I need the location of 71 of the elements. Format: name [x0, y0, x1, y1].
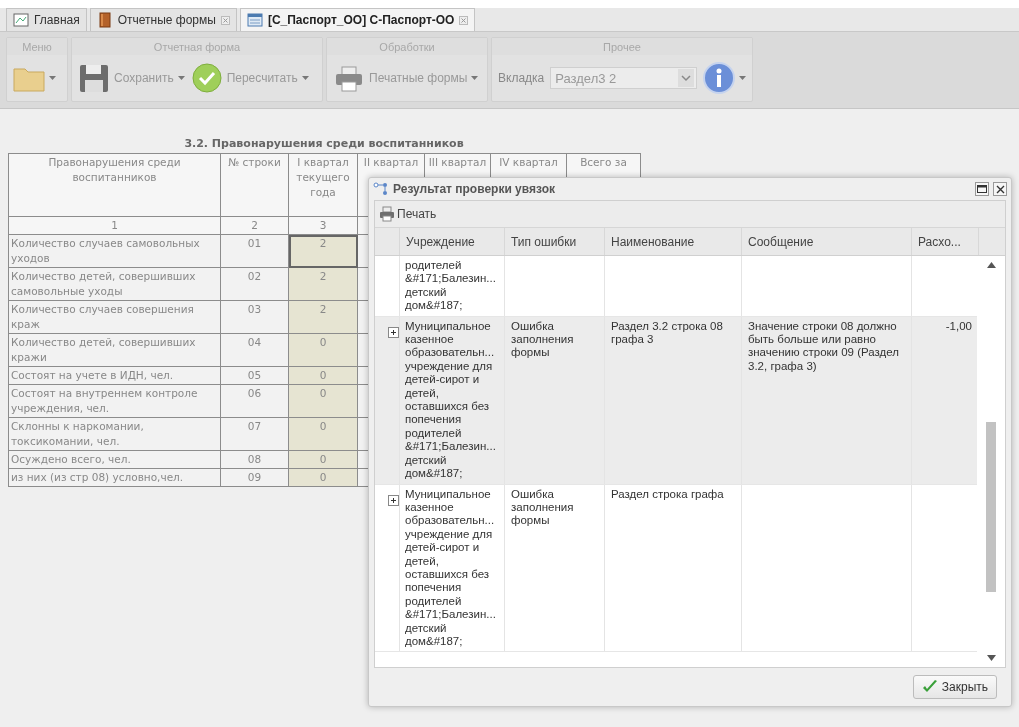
- book-icon: [96, 12, 113, 28]
- column-header[interactable]: Расхо...: [912, 228, 979, 255]
- close-button[interactable]: [993, 182, 1007, 196]
- close-button[interactable]: Закрыть: [912, 675, 997, 699]
- table-cell: Раздел строка графа: [611, 487, 724, 500]
- input-cell[interactable]: 0: [288, 417, 358, 451]
- picture-frame-icon: [13, 12, 29, 28]
- table-cell: Значение строки 08 должно быть больше или равно значению строки 09 (Раздел 3.2, графа 3): [748, 319, 900, 372]
- input-cell[interactable]: 2: [288, 267, 358, 301]
- tab-select[interactable]: Раздел3 2: [550, 67, 697, 89]
- close-icon[interactable]: [220, 15, 230, 25]
- table-cell: Состоят на внутреннем контроле учреждения, чел.: [8, 384, 221, 418]
- column-header[interactable]: Наименование: [605, 228, 742, 255]
- tab[interactable]: Отчетные формы: [89, 8, 237, 31]
- field-label: Вкладка: [498, 71, 545, 85]
- column-header[interactable]: Сообщение: [742, 228, 912, 255]
- scroll-down-icon: [986, 655, 996, 661]
- row-number: 06: [220, 384, 289, 418]
- window-icon: [246, 12, 263, 28]
- input-cell[interactable]: 0: [288, 384, 358, 418]
- column-header: I квартал текущего года: [288, 153, 358, 217]
- grid-row[interactable]: Муниципальное казенное образовательн... учреждение для детей-сирот и детей, оставшихся без попечения родителей &#171;Балезин... детский дом&#187; Ошибка заполнения формы Раздел строка графа: [375, 484, 978, 653]
- caret-icon: [177, 76, 185, 80]
- table-cell: Муниципальное казенное образовательн... учреждение для детей-сирот и детей, оставшихся без попечения родителей &#171;Балезин... детский дом&#187;: [405, 319, 496, 480]
- row-number: 04: [220, 333, 289, 367]
- table-cell: Склонны к наркомании, токсикомании, чел.: [8, 417, 221, 451]
- info-button[interactable]: [703, 62, 746, 94]
- caret-icon: [49, 76, 56, 80]
- checkmark-icon: [190, 62, 223, 94]
- toolbar-button[interactable]: Пересчитать: [190, 62, 309, 94]
- table-cell: Раздел 3.2 строка 08 графа 3: [611, 319, 723, 346]
- table-cell: -1,00: [945, 319, 972, 332]
- expand-icon: [388, 326, 399, 338]
- table-cell: Количество случаев совершения краж: [8, 300, 221, 334]
- caret-icon: [301, 76, 309, 80]
- table-cell: Муниципальное казенное образовательн... учреждение для детей-сирот и детей, оставшихся без попечения родителей &#171;Балезин... детский дом&#187;: [405, 487, 496, 647]
- info-icon: [703, 62, 735, 94]
- maximize-button[interactable]: [975, 182, 989, 196]
- caret-icon: [471, 76, 479, 80]
- expand-icon: [388, 494, 399, 506]
- column-header: Правонарушения среди воспитанников: [8, 153, 221, 217]
- toolbar-button[interactable]: Сохранить: [78, 62, 185, 94]
- nodes-icon: [373, 181, 389, 197]
- close-icon[interactable]: [459, 15, 469, 25]
- grid-row[interactable]: родителей &#171;Балезин... детский дом&#187;: [375, 256, 978, 317]
- printer-icon: [379, 206, 395, 222]
- table-cell: Ошибка заполнения формы: [511, 319, 574, 359]
- row-number: 01: [220, 234, 289, 268]
- row-number: 07: [220, 417, 289, 451]
- column-header: № строки: [220, 153, 289, 217]
- input-cell[interactable]: 2: [288, 234, 358, 268]
- table-cell: родителей &#171;Балезин... детский дом&#187;: [405, 259, 496, 312]
- input-cell[interactable]: 2: [288, 300, 358, 334]
- table-cell: Количество детей, совершивших самовольные уходы: [8, 267, 221, 301]
- input-cell[interactable]: 0: [288, 333, 358, 367]
- scroll-up-icon: [986, 262, 996, 268]
- form-title: 3.2. Правонарушения среди воспитанников: [183, 137, 465, 152]
- table-cell: Количество случаев самовольных уходов: [8, 234, 221, 268]
- row-number: 03: [220, 300, 289, 334]
- tab[interactable]: [C_Паспорт_ОО] С-Паспорт-ОО: [239, 8, 476, 31]
- caret-icon: [739, 76, 746, 80]
- chevron-down-icon: [678, 69, 694, 87]
- toolbar-button[interactable]: Печатные формы: [333, 62, 479, 94]
- table-cell: Количество детей, совершивших кражи: [8, 333, 221, 367]
- table-cell: Ошибка заполнения формы: [511, 487, 574, 527]
- column-header[interactable]: Учреждение: [400, 228, 505, 255]
- grid-row[interactable]: [375, 316, 978, 485]
- column-header[interactable]: Тип ошибки: [505, 228, 605, 255]
- row-number: 02: [220, 267, 289, 301]
- tab[interactable]: Главная: [6, 8, 87, 31]
- scrollbar-thumb[interactable]: [986, 422, 997, 592]
